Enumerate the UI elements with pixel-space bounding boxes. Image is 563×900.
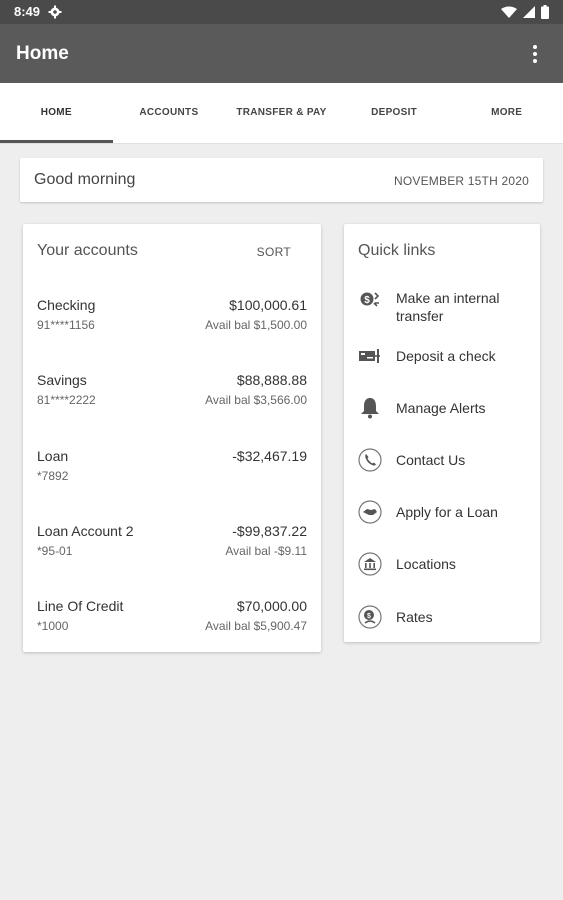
account-available: Avail bal $5,900.47 — [205, 619, 307, 633]
account-balance: -$32,467.19 — [232, 448, 307, 464]
tab-home[interactable]: HOME — [0, 83, 113, 143]
status-time: 8:49 — [14, 4, 41, 19]
accounts-card: Your accounts SORT Checking 91****1156 $… — [23, 224, 321, 652]
account-row-loan[interactable]: Loan *7892 -$32,467.19 — [37, 448, 307, 492]
quick-links-title: Quick links — [358, 242, 436, 259]
bell-icon — [358, 396, 382, 420]
quick-link-internal-transfer[interactable]: $ Make an internal transfer — [358, 286, 532, 325]
quick-link-label: Deposit a check — [396, 348, 496, 364]
tab-bar: HOME ACCOUNTS TRANSFER & PAY DEPOSIT MOR… — [0, 83, 563, 144]
handshake-icon — [358, 500, 382, 524]
quick-link-label: Locations — [396, 556, 456, 572]
quick-link-label: Make an internal transfer — [396, 289, 500, 325]
quick-link-label-line1: Make an internal — [396, 290, 500, 306]
quick-link-label: Manage Alerts — [396, 400, 486, 416]
greeting-date: NOVEMBER 15TH 2020 — [394, 174, 529, 188]
sort-button[interactable]: SORT — [257, 245, 291, 259]
account-name: Savings — [37, 372, 87, 388]
quick-link-label: Rates — [396, 609, 433, 625]
account-available: Avail bal $1,500.00 — [205, 318, 307, 332]
tab-more[interactable]: MORE — [450, 83, 563, 143]
account-number: *1000 — [37, 619, 69, 633]
account-name: Checking — [37, 297, 96, 313]
page-title: Home — [16, 43, 69, 64]
account-balance: $100,000.61 — [229, 297, 307, 313]
account-balance: $70,000.00 — [236, 598, 307, 614]
account-available: Avail bal -$9.11 — [225, 544, 307, 558]
quick-link-label: Contact Us — [396, 452, 466, 468]
quick-link-deposit-check[interactable]: Deposit a check — [358, 344, 532, 370]
quick-link-label-line2: transfer — [396, 308, 444, 324]
svg-text:$: $ — [367, 613, 371, 620]
account-number: 81****2222 — [37, 393, 96, 407]
bank-icon — [358, 552, 382, 576]
account-available: Avail bal $3,566.00 — [205, 393, 307, 407]
account-balance: -$99,837.22 — [232, 523, 307, 539]
account-row-loan-account-2[interactable]: Loan Account 2 *95-01 -$99,837.22 Avail … — [37, 523, 307, 567]
svg-text:$: $ — [364, 295, 370, 306]
tab-transfer-pay[interactable]: TRANSFER & PAY — [225, 83, 338, 143]
account-number: *95-01 — [37, 544, 73, 558]
tab-accounts[interactable]: ACCOUNTS — [113, 83, 226, 143]
signal-icon — [523, 6, 535, 18]
transfer-icon: $ — [358, 286, 382, 310]
app-bar: Home — [0, 24, 563, 83]
quick-link-locations[interactable]: Locations — [358, 552, 532, 578]
account-row-line-of-credit[interactable]: Line Of Credit *1000 $70,000.00 Avail ba… — [37, 598, 307, 642]
quick-link-apply-loan[interactable]: Apply for a Loan — [358, 500, 532, 526]
gear-icon — [48, 5, 62, 19]
system-icons — [501, 5, 549, 19]
quick-link-rates[interactable]: $ Rates — [358, 605, 532, 631]
status-bar: 8:49 — [0, 0, 563, 24]
wifi-icon — [501, 6, 517, 19]
account-name: Loan — [37, 448, 69, 464]
tab-deposit[interactable]: DEPOSIT — [338, 83, 451, 143]
account-row-savings[interactable]: Savings 81****2222 $88,888.88 Avail bal … — [37, 372, 307, 416]
greeting-text: Good morning — [34, 171, 136, 188]
account-balance: $88,888.88 — [236, 372, 307, 388]
quick-links-card: Quick links $ Make an internal transfer D… — [344, 224, 540, 642]
rates-icon: $ — [358, 605, 382, 629]
account-number: *7892 — [37, 469, 69, 483]
account-name: Line Of Credit — [37, 598, 124, 614]
quick-link-label: Apply for a Loan — [396, 504, 498, 520]
more-vert-icon[interactable] — [525, 42, 545, 66]
account-row-checking[interactable]: Checking 91****1156 $100,000.61 Avail ba… — [37, 297, 307, 341]
quick-link-manage-alerts[interactable]: Manage Alerts — [358, 396, 532, 422]
quick-link-contact-us[interactable]: Contact Us — [358, 448, 532, 474]
check-deposit-icon — [358, 344, 382, 368]
greeting-card: Good morning NOVEMBER 15TH 2020 — [20, 158, 543, 202]
account-number: 91****1156 — [37, 318, 95, 332]
accounts-title: Your accounts — [37, 242, 138, 259]
phone-icon — [358, 448, 382, 472]
battery-icon — [541, 5, 549, 19]
account-name: Loan Account 2 — [37, 523, 134, 539]
